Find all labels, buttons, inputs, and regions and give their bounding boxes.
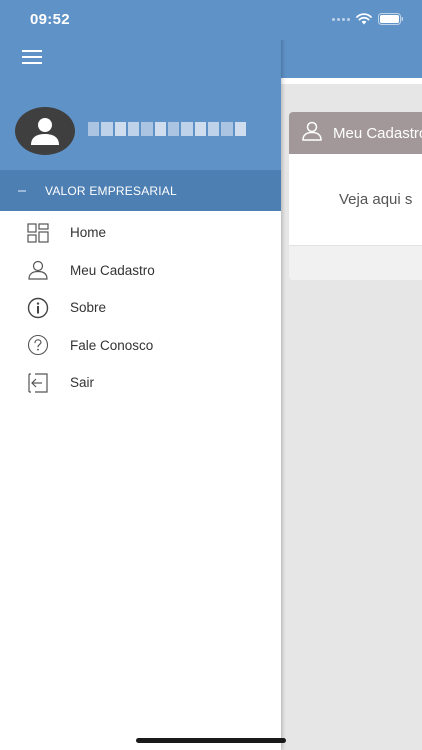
status-bar: 09:52 bbox=[0, 0, 422, 40]
menu-label-sobre: Sobre bbox=[70, 300, 107, 316]
navigation-drawer: VALOR EMPRESARIAL Home Meu Cadastro Sobr… bbox=[0, 0, 281, 750]
logout-icon bbox=[26, 371, 50, 395]
home-indicator[interactable] bbox=[136, 738, 286, 743]
profile-card-header: Meu Cadastro bbox=[289, 112, 422, 154]
menu-item-sobre[interactable]: Sobre bbox=[0, 289, 281, 327]
profile-card-body: Veja aqui s bbox=[289, 154, 422, 246]
company-name: VALOR EMPRESARIAL bbox=[45, 183, 177, 198]
menu-item-meu-cadastro[interactable]: Meu Cadastro bbox=[0, 252, 281, 290]
battery-icon bbox=[378, 13, 404, 25]
profile-card-footer bbox=[289, 246, 422, 280]
drawer-menu: Home Meu Cadastro Sobre Fale Conosco Sai… bbox=[0, 214, 281, 402]
company-selector[interactable]: VALOR EMPRESARIAL bbox=[0, 170, 281, 211]
main-content: Meu Cadastro Veja aqui s bbox=[281, 0, 422, 750]
user-icon bbox=[301, 121, 323, 146]
person-icon bbox=[31, 118, 59, 145]
profile-card-title: Meu Cadastro bbox=[333, 124, 422, 142]
menu-label-sair: Sair bbox=[70, 375, 95, 391]
menu-item-sair[interactable]: Sair bbox=[0, 364, 281, 402]
avatar-circle bbox=[15, 107, 75, 155]
dash-icon bbox=[18, 189, 26, 192]
avatar bbox=[15, 107, 75, 155]
menu-item-home[interactable]: Home bbox=[0, 214, 281, 252]
signal-icon bbox=[332, 17, 350, 21]
main-header bbox=[281, 40, 422, 78]
wifi-icon bbox=[356, 13, 372, 25]
status-time: 09:52 bbox=[30, 11, 70, 28]
grid-icon bbox=[26, 221, 50, 245]
profile-card[interactable]: Meu Cadastro Veja aqui s bbox=[289, 112, 422, 280]
status-indicators bbox=[332, 13, 404, 25]
main-header-divider bbox=[281, 78, 422, 84]
info-icon bbox=[26, 296, 50, 320]
menu-item-fale-conosco[interactable]: Fale Conosco bbox=[0, 327, 281, 365]
menu-icon[interactable] bbox=[22, 50, 44, 66]
profile-card-text: Veja aqui s bbox=[339, 191, 413, 208]
menu-label-home: Home bbox=[70, 225, 107, 241]
user-icon bbox=[26, 258, 50, 282]
help-icon bbox=[26, 333, 50, 357]
menu-label-fale-conosco: Fale Conosco bbox=[70, 337, 154, 353]
menu-label-meu-cadastro: Meu Cadastro bbox=[70, 262, 155, 278]
username-redacted bbox=[88, 122, 246, 136]
